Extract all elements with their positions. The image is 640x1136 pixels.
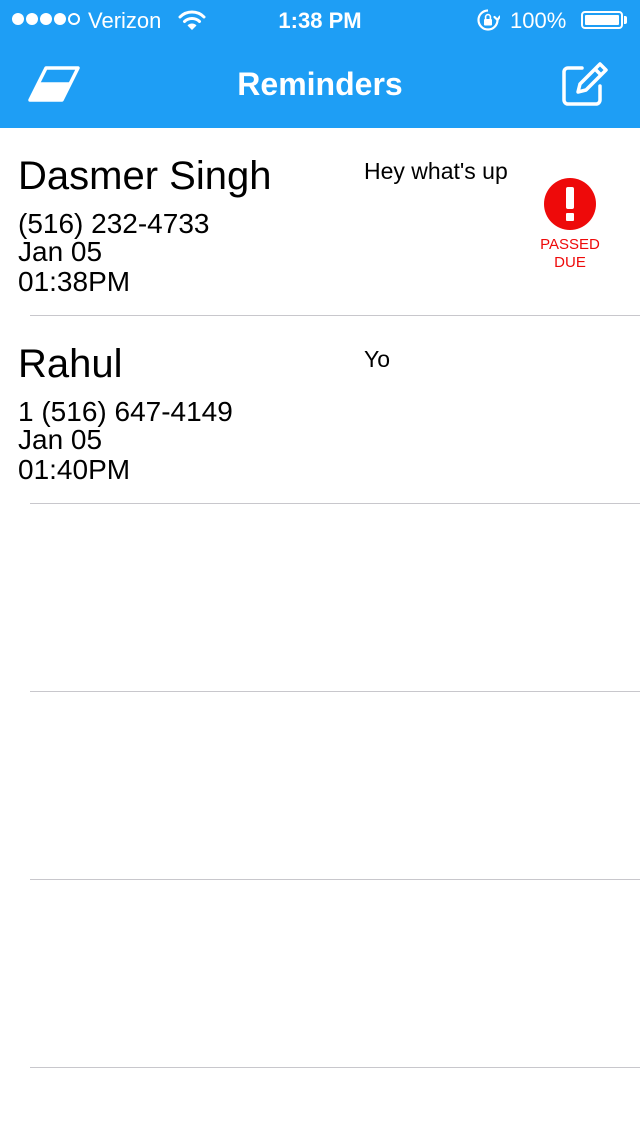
page-title: Reminders: [237, 66, 403, 102]
reminder-row[interactable]: Dasmer Singh (516) 232-4733 Jan 05 01:38…: [0, 128, 640, 316]
reminder-time: 01:40PM: [18, 454, 131, 485]
reminder-row[interactable]: Rahul 1 (516) 647-4149 Jan 05 01:40PM Yo: [0, 316, 640, 504]
reminder-message: Yo: [364, 346, 391, 372]
rotation-lock-icon: [476, 8, 501, 38]
battery-fill: [585, 15, 619, 25]
reminder-message: Hey what's up: [364, 158, 508, 184]
contact-name: Dasmer Singh: [18, 154, 272, 198]
reminder-date: Jan 05: [18, 236, 103, 267]
navigation-bar: Reminders: [0, 40, 640, 128]
battery-tip: [624, 16, 627, 24]
exclamation-icon: [544, 178, 596, 230]
contact-name: Rahul: [18, 342, 123, 386]
top-bar: Verizon 1:38 PM 100% Reminders: [0, 0, 640, 128]
passed-due-badge: PASSED DUE: [530, 178, 610, 272]
empty-row: [0, 692, 640, 880]
compose-button[interactable]: [560, 60, 610, 110]
compose-icon: [560, 62, 610, 114]
passed-due-label: PASSED DUE: [540, 236, 600, 271]
reminder-list: Dasmer Singh (516) 232-4733 Jan 05 01:38…: [0, 128, 640, 1068]
battery-icon: [581, 11, 623, 29]
reminder-time: 01:38PM: [18, 266, 131, 297]
status-bar: Verizon 1:38 PM 100%: [0, 0, 640, 40]
empty-row: [0, 880, 640, 1068]
reminder-date: Jan 05: [18, 424, 103, 455]
battery-percentage: 100%: [510, 8, 567, 33]
empty-row: [0, 504, 640, 692]
